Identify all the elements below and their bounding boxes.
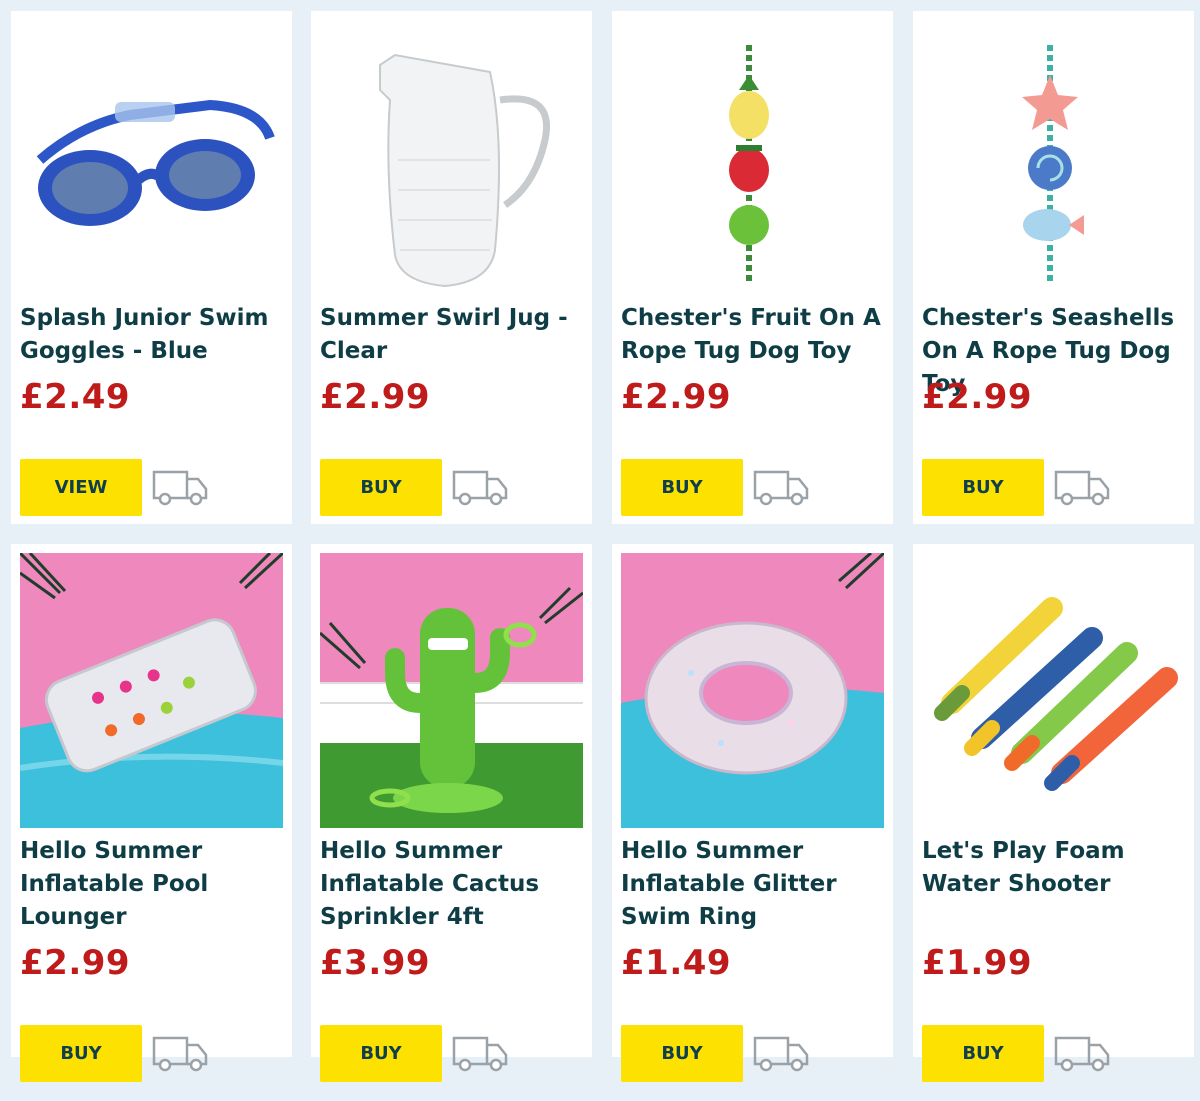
- product-price: £2.49: [20, 377, 131, 417]
- delivery-van-icon: [1054, 1036, 1110, 1072]
- product-title[interactable]: Hello Summer Inflatable Pool Lounger: [20, 835, 288, 934]
- product-title[interactable]: Hello Summer Inflatable Cactus Sprinkler…: [320, 835, 588, 934]
- fruit-rope-toy-image[interactable]: [621, 20, 884, 295]
- delivery-van-icon: [753, 1036, 809, 1072]
- delivery-van-icon: [452, 1036, 508, 1072]
- glass-jug-image[interactable]: [320, 20, 583, 295]
- product-card[interactable]: Chester's Seashells On A Rope Tug Dog To…: [913, 11, 1194, 524]
- pool-lounger-image[interactable]: [20, 553, 283, 828]
- product-title[interactable]: Let's Play Foam Water Shooter: [922, 835, 1190, 901]
- product-price: £2.99: [320, 377, 431, 417]
- product-price: £3.99: [320, 943, 431, 983]
- cactus-sprinkler-image[interactable]: [320, 553, 583, 828]
- buy-button[interactable]: BUY: [320, 1025, 442, 1082]
- buy-button[interactable]: BUY: [922, 1025, 1044, 1082]
- view-button[interactable]: VIEW: [20, 459, 142, 516]
- delivery-van-icon: [152, 470, 208, 506]
- buy-button[interactable]: BUY: [922, 459, 1044, 516]
- product-title[interactable]: Hello Summer Inflatable Glitter Swim Rin…: [621, 835, 889, 934]
- buy-button[interactable]: BUY: [320, 459, 442, 516]
- product-price: £2.99: [621, 377, 732, 417]
- buy-button[interactable]: BUY: [621, 1025, 743, 1082]
- glitter-swim-ring-image[interactable]: [621, 553, 884, 828]
- delivery-van-icon: [1054, 470, 1110, 506]
- delivery-van-icon: [152, 1036, 208, 1072]
- product-card[interactable]: Summer Swirl Jug - Clear £2.99 BUY: [311, 11, 592, 524]
- buy-button[interactable]: BUY: [20, 1025, 142, 1082]
- seashell-rope-toy-image[interactable]: [922, 20, 1185, 295]
- product-card[interactable]: Hello Summer Inflatable Pool Lounger £2.…: [11, 544, 292, 1082]
- product-card[interactable]: Let's Play Foam Water Shooter £1.99 BUY: [913, 544, 1194, 1082]
- product-grid: Splash Junior Swim Goggles - Blue £2.49 …: [0, 0, 1200, 1101]
- swim-goggles-image[interactable]: [20, 20, 283, 295]
- product-price: £1.99: [922, 943, 1033, 983]
- product-card[interactable]: Chester's Fruit On A Rope Tug Dog Toy £2…: [612, 11, 893, 524]
- foam-water-shooter-image[interactable]: [922, 553, 1185, 828]
- product-card[interactable]: Hello Summer Inflatable Cactus Sprinkler…: [311, 544, 592, 1082]
- product-price: £1.49: [621, 943, 732, 983]
- product-card[interactable]: Hello Summer Inflatable Glitter Swim Rin…: [612, 544, 893, 1082]
- product-title[interactable]: Chester's Fruit On A Rope Tug Dog Toy: [621, 302, 889, 368]
- delivery-van-icon: [753, 470, 809, 506]
- buy-button[interactable]: BUY: [621, 459, 743, 516]
- delivery-van-icon: [452, 470, 508, 506]
- product-title[interactable]: Splash Junior Swim Goggles - Blue: [20, 302, 288, 368]
- product-price: £2.99: [922, 377, 1033, 417]
- product-title[interactable]: Summer Swirl Jug - Clear: [320, 302, 588, 368]
- product-price: £2.99: [20, 943, 131, 983]
- product-card[interactable]: Splash Junior Swim Goggles - Blue £2.49 …: [11, 11, 292, 524]
